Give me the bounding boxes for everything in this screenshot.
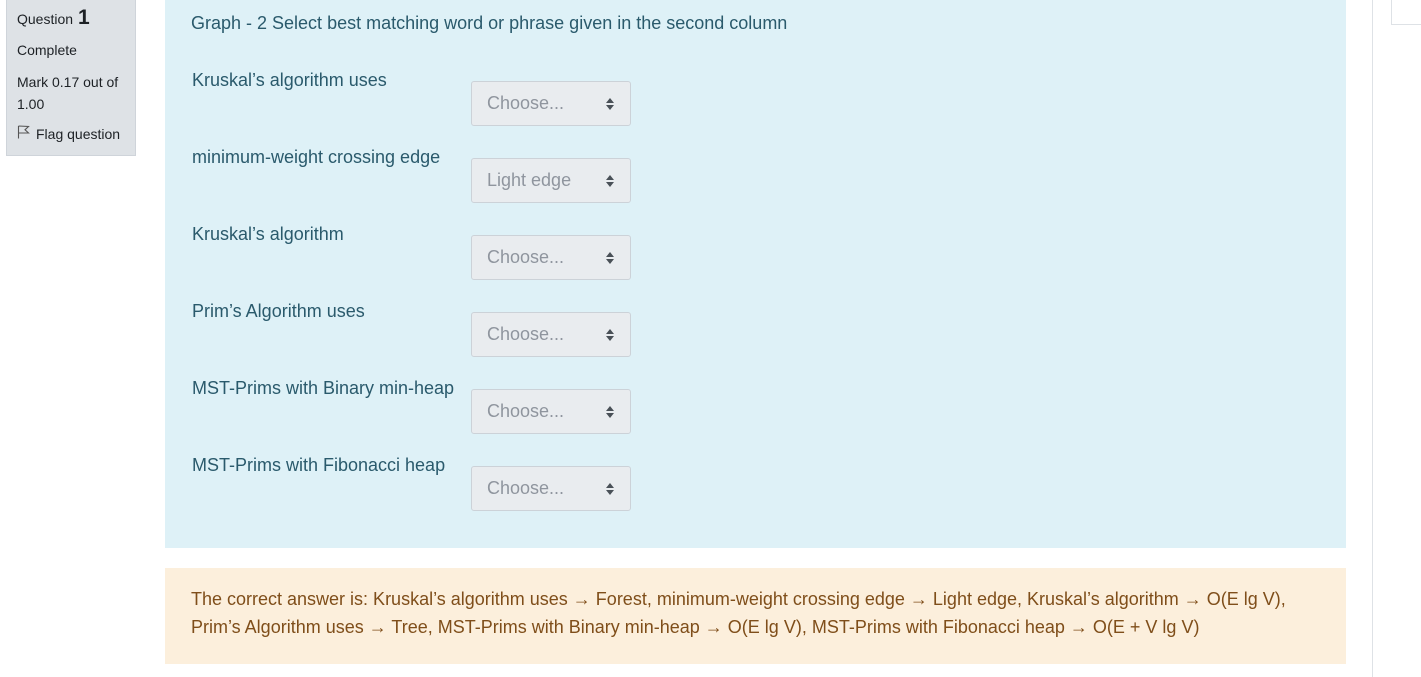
select-value: Choose... xyxy=(487,401,565,421)
match-select[interactable]: Choose... xyxy=(471,466,631,511)
select-value: Choose... xyxy=(487,324,565,344)
flag-outline-icon xyxy=(17,125,30,142)
select-value: Light edge xyxy=(487,170,572,190)
match-select[interactable]: Choose... xyxy=(471,235,631,280)
match-row: MST-Prims with Binary min-heap Choose... xyxy=(192,378,652,434)
match-row: Kruskal’s algorithm Choose... xyxy=(192,224,652,280)
match-row-label: Kruskal’s algorithm uses xyxy=(192,70,387,90)
question-grade: Mark 0.17 out of 1.00 xyxy=(17,74,119,112)
block-region-edge xyxy=(1391,0,1421,25)
flag-question-link[interactable]: Flag question xyxy=(17,125,135,142)
right-answer-feedback: The correct answer is: Kruskal’s algorit… xyxy=(165,568,1346,664)
question-text: Graph - 2 Select best matching word or p… xyxy=(191,13,788,33)
question-word: Question xyxy=(17,11,74,27)
match-row: Prim’s Algorithm uses Choose... xyxy=(192,301,652,357)
match-row: MST-Prims with Fibonacci heap Choose... xyxy=(192,455,652,511)
question-state: Complete xyxy=(17,42,77,58)
match-select[interactable]: Choose... xyxy=(471,389,631,434)
match-select[interactable]: Choose... xyxy=(471,312,631,357)
flag-question-label: Flag question xyxy=(36,125,121,142)
question-formulation: Graph - 2 Select best matching word or p… xyxy=(165,0,1346,548)
match-row: Kruskal’s algorithm uses Choose... xyxy=(192,70,652,126)
content-divider xyxy=(1372,0,1373,677)
match-row-label: Prim’s Algorithm uses xyxy=(192,301,365,321)
match-select[interactable]: Light edge xyxy=(471,158,631,203)
match-select[interactable]: Choose... xyxy=(471,81,631,126)
sort-arrows-icon xyxy=(606,329,614,341)
sort-arrows-icon xyxy=(606,406,614,418)
select-value: Choose... xyxy=(487,93,565,113)
sort-arrows-icon xyxy=(606,252,614,264)
question-number: 1 xyxy=(78,6,90,29)
match-row-label: Kruskal’s algorithm xyxy=(192,224,344,244)
match-row-label: MST-Prims with Binary min-heap xyxy=(192,378,455,398)
match-row-label: MST-Prims with Fibonacci heap xyxy=(192,455,446,475)
feedback-line-2: Prim’s Algorithm uses → Tree, MST-Prims … xyxy=(191,617,1200,637)
match-row-label: minimum-weight crossing edge xyxy=(192,147,441,167)
sort-arrows-icon xyxy=(606,483,614,495)
feedback-line-1: The correct answer is: Kruskal’s algorit… xyxy=(191,589,1286,609)
question-info: Question 1 Complete Mark 0.17 out of 1.0… xyxy=(6,0,136,156)
select-value: Choose... xyxy=(487,247,565,267)
match-row: minimum-weight crossing edge Light edge xyxy=(192,147,652,203)
select-value: Choose... xyxy=(487,478,565,498)
sort-arrows-icon xyxy=(606,98,614,110)
question-number-label: Question 1 xyxy=(17,6,135,30)
sort-arrows-icon xyxy=(606,175,614,187)
